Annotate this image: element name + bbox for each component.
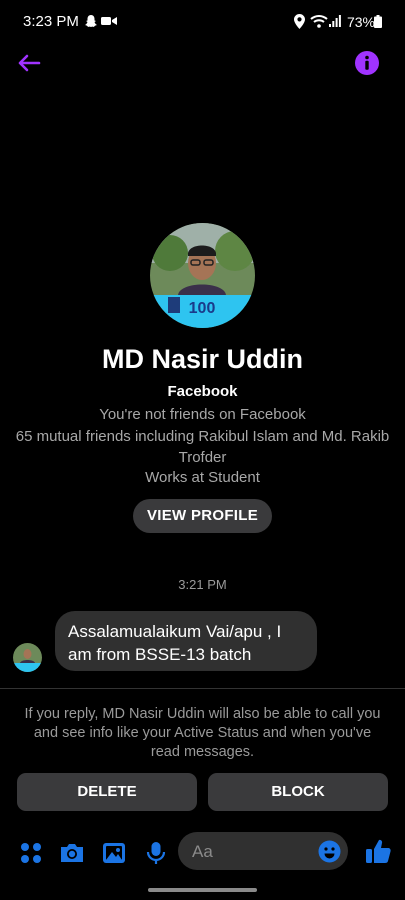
status-bar: 3:23 PM 73% — [0, 0, 405, 44]
wifi-icon — [310, 15, 328, 28]
info-button[interactable] — [354, 50, 380, 76]
profile-photo: 100 — [150, 223, 255, 328]
home-indicator[interactable] — [148, 888, 257, 892]
gallery-button[interactable] — [99, 838, 129, 868]
microphone-button[interactable] — [141, 838, 171, 868]
profile-avatar[interactable]: 100 — [150, 223, 255, 328]
emoji-icon[interactable] — [318, 840, 341, 863]
location-icon — [294, 14, 305, 29]
info-icon — [355, 51, 379, 75]
delete-button[interactable]: DELETE — [17, 773, 197, 811]
apps-button[interactable] — [16, 838, 46, 868]
microphone-icon — [146, 842, 166, 864]
work-info: Works at Student — [145, 469, 260, 486]
camera-icon — [61, 844, 83, 862]
signal-icon — [329, 15, 341, 27]
battery-level: 73% — [346, 14, 375, 30]
message-input[interactable] — [190, 832, 314, 872]
message-bubble[interactable]: Assalamualaikum Vai/apu , I am from BSSE… — [55, 611, 317, 671]
thumbs-up-icon — [366, 839, 391, 863]
profile-app: Facebook — [167, 383, 238, 400]
friend-status: You're not friends on Facebook — [99, 406, 306, 423]
message-composer[interactable] — [178, 832, 348, 872]
battery-icon — [374, 15, 382, 28]
back-button[interactable] — [14, 48, 44, 78]
like-button[interactable] — [363, 836, 393, 866]
arrow-left-icon — [18, 54, 41, 72]
snapchat-icon — [85, 15, 97, 27]
svg-text:100: 100 — [189, 300, 216, 317]
mutual-friends: 65 mutual friends including Rakibul Isla… — [15, 428, 390, 466]
status-time: 3:23 PM — [23, 13, 79, 30]
message-timestamp: 3:21 PM — [178, 577, 227, 592]
camera-button[interactable] — [57, 838, 87, 868]
view-profile-button[interactable]: VIEW PROFILE — [133, 499, 272, 533]
apps-icon — [21, 843, 41, 863]
reply-notice: If you reply, MD Nasir Uddin will also b… — [24, 706, 381, 760]
block-button[interactable]: BLOCK — [208, 773, 388, 811]
sender-avatar[interactable] — [13, 643, 42, 672]
sender-photo — [13, 643, 42, 672]
video-camera-icon — [101, 17, 117, 25]
profile-name: MD Nasir Uddin — [101, 344, 303, 374]
gallery-icon — [103, 843, 125, 863]
divider — [0, 688, 405, 689]
